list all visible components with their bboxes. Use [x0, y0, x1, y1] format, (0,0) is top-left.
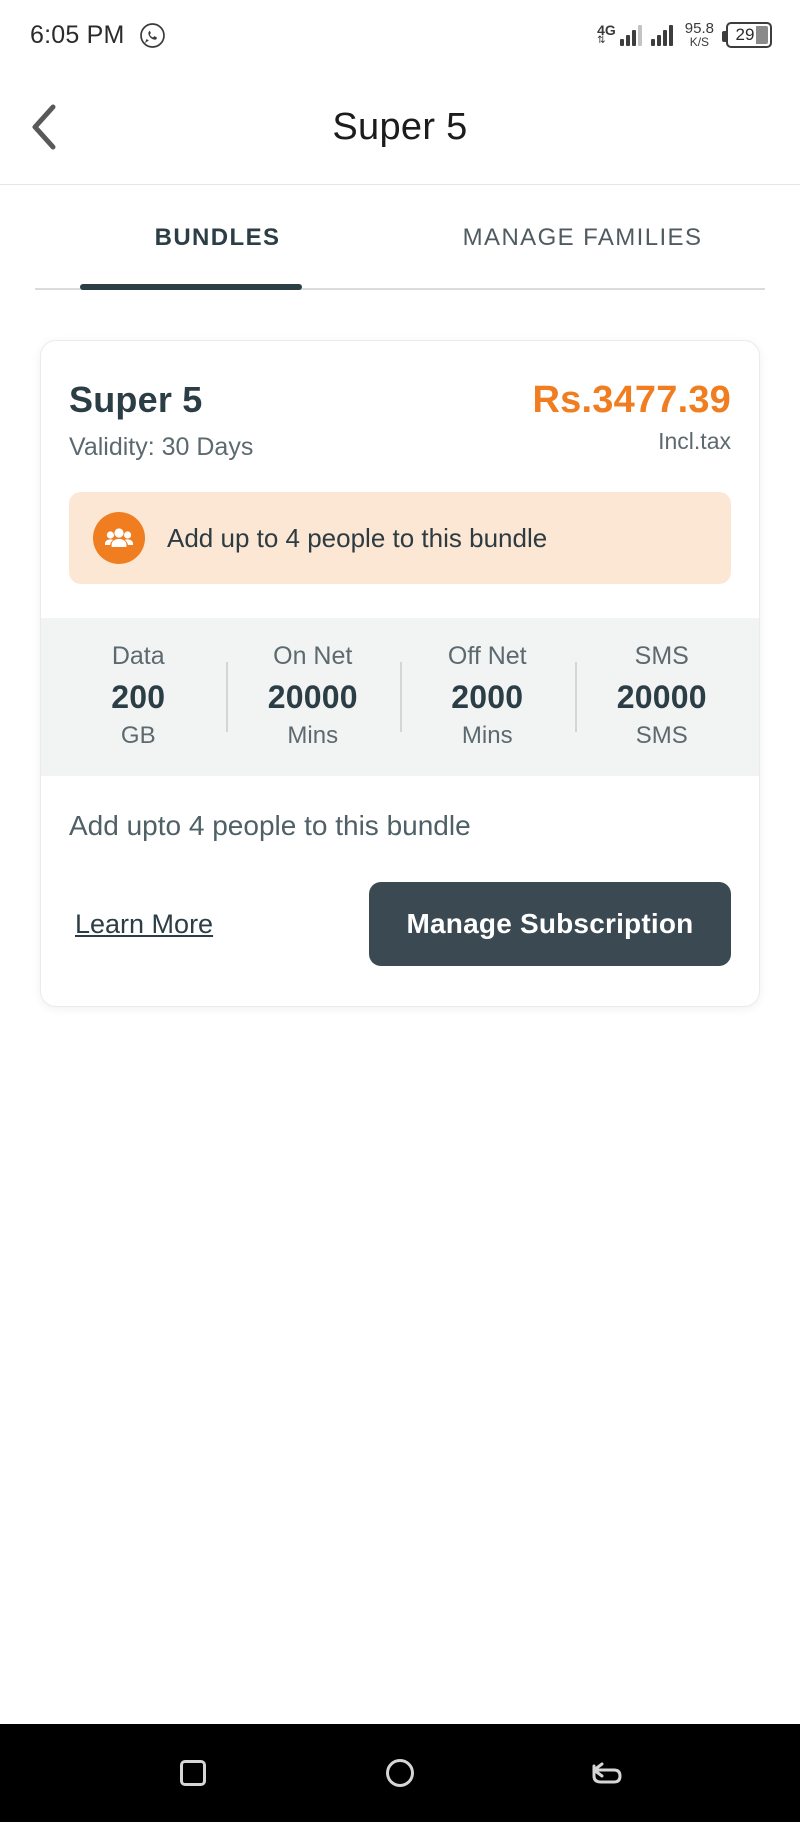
network-type-label: 4G ⇅ [597, 22, 616, 46]
data-speed-unit: K/S [689, 35, 710, 49]
data-speed-indicator: 95.8 K/S [685, 21, 714, 49]
signal-bars-sim2-icon [650, 24, 673, 46]
stat-unit: GB [120, 722, 156, 749]
learn-more-link[interactable]: Learn More [69, 909, 213, 940]
battery-percent-label: 29 [735, 25, 755, 44]
bundle-validity: Validity: 30 Days [69, 433, 254, 461]
stat-value: 2000 [451, 679, 524, 715]
bundle-name-block: Super 5 Validity: 30 Days [69, 379, 253, 462]
network-indicator-sim1: 4G ⇅ [597, 22, 642, 46]
stat-off-net: Off Net 2000 Mins [400, 642, 575, 750]
circle-icon [385, 1759, 414, 1787]
people-group-icon [93, 512, 145, 564]
square-icon [180, 1760, 207, 1786]
stat-value: 20000 [267, 679, 358, 715]
battery-icon: 29 [722, 22, 772, 48]
stat-unit: SMS [635, 722, 688, 749]
recents-button[interactable] [170, 1750, 216, 1796]
stat-label: SMS [634, 642, 689, 670]
bundle-card-footer: Add upto 4 people to this bundle Learn M… [41, 776, 759, 1006]
tab-manage-families[interactable]: MANAGE FAMILIES [400, 185, 765, 290]
tab-active-indicator [80, 284, 302, 290]
tab-bar: BUNDLES MANAGE FAMILIES [0, 185, 800, 290]
chevron-left-icon [32, 104, 56, 150]
whatsapp-icon [139, 22, 166, 49]
bundle-title-row: Super 5 Validity: 30 Days Rs.3477.39 Inc… [69, 379, 731, 462]
stat-unit: Mins [287, 722, 339, 749]
data-transfer-arrows-icon: ⇅ [597, 35, 606, 46]
back-nav-button[interactable] [584, 1750, 630, 1796]
stat-sms: SMS 20000 SMS [574, 642, 750, 750]
status-bar-clock: 6:05 PM [30, 20, 125, 49]
status-bar-left: 6:05 PM [30, 21, 166, 50]
data-speed-value: 95.8 [684, 20, 714, 37]
stat-label: Data [111, 642, 165, 670]
bundle-footer-note: Add upto 4 people to this bundle [69, 810, 471, 841]
stat-unit: Mins [461, 722, 513, 749]
signal-bars-sim1-icon [619, 24, 642, 46]
empty-area [0, 1032, 800, 1724]
stat-value: 200 [111, 679, 166, 715]
promo-banner[interactable]: Add up to 4 people to this bundle [69, 492, 731, 584]
bundle-price-block: Rs.3477.39 Incl.tax [533, 379, 732, 455]
bundle-card: Super 5 Validity: 30 Days Rs.3477.39 Inc… [40, 340, 760, 1007]
bundle-price: Rs.3477.39 [532, 379, 731, 421]
phone-screen: 6:05 PM 4G ⇅ 95.8 K/S 29 Super 5 BUNDLES… [0, 0, 800, 1822]
back-button[interactable] [0, 70, 90, 184]
status-bar-right: 4G ⇅ 95.8 K/S 29 [597, 21, 772, 49]
content-area: Super 5 Validity: 30 Days Rs.3477.39 Inc… [0, 290, 800, 1032]
bundle-tax-note: Incl.tax [658, 428, 731, 454]
page-title: Super 5 [332, 105, 468, 148]
stat-data: Data 200 GB [51, 642, 226, 750]
status-bar: 6:05 PM 4G ⇅ 95.8 K/S 29 [0, 0, 800, 70]
bundle-card-header: Super 5 Validity: 30 Days Rs.3477.39 Inc… [41, 341, 759, 618]
home-button[interactable] [377, 1750, 423, 1796]
app-bar: Super 5 [0, 70, 800, 185]
bundle-stats-row: Data 200 GB On Net 20000 Mins Off Net 20… [41, 618, 759, 776]
system-navigation-bar [0, 1724, 800, 1822]
stat-value: 20000 [616, 679, 707, 715]
manage-subscription-button[interactable]: Manage Subscription [369, 882, 731, 966]
battery-level-fill [756, 26, 768, 44]
bundle-name: Super 5 [69, 379, 203, 420]
stat-label: On Net [273, 642, 353, 670]
tab-bundles[interactable]: BUNDLES [35, 185, 400, 290]
bundle-actions: Learn More Manage Subscription [69, 882, 731, 966]
stat-on-net: On Net 20000 Mins [225, 642, 401, 750]
stat-label: Off Net [447, 642, 527, 670]
back-arrow-icon [592, 1762, 622, 1784]
promo-banner-text: Add up to 4 people to this bundle [167, 522, 548, 553]
